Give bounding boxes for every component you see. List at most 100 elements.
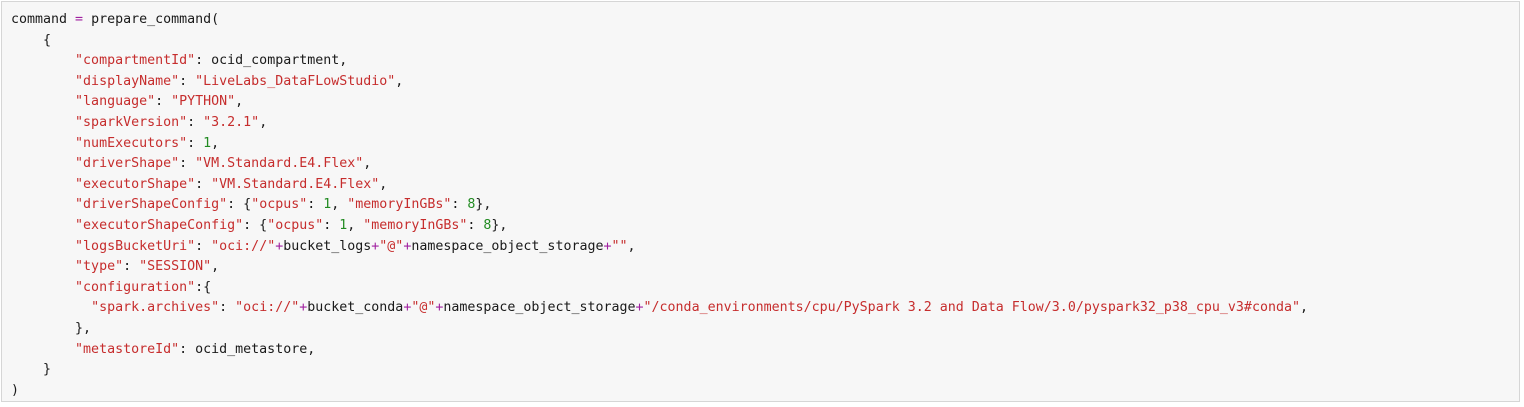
code-string-token: "memoryInGBs" bbox=[347, 197, 452, 213]
code-text-token: }, bbox=[475, 197, 492, 213]
code-line: { bbox=[11, 31, 1519, 52]
code-string-token: "VM.Standard.E4.Flex" bbox=[211, 176, 380, 192]
code-text-token: : bbox=[467, 217, 484, 233]
code-text-token: }, bbox=[11, 320, 92, 336]
code-string-token: "ocpus" bbox=[267, 217, 324, 233]
code-string-token: "displayName" bbox=[75, 73, 180, 89]
code-string-token: "oci://" bbox=[235, 300, 300, 316]
code-text-token: : bbox=[307, 197, 324, 213]
code-text-token: , bbox=[235, 94, 244, 110]
code-string-token: "type" bbox=[75, 259, 124, 275]
code-text-token: :{ bbox=[195, 279, 212, 295]
code-text-token: : bbox=[155, 94, 172, 110]
code-line: "configuration":{ bbox=[11, 278, 1519, 299]
code-line: "spark.archives": "oci://"+bucket_conda+… bbox=[11, 298, 1519, 319]
code-line: "displayName": "LiveLabs_DataFLowStudio"… bbox=[11, 72, 1519, 93]
code-text-token: } bbox=[11, 362, 52, 378]
code-operator-token: = bbox=[75, 12, 84, 27]
code-text-token: : bbox=[187, 114, 204, 130]
code-text-token: : ocid_compartment, bbox=[195, 53, 348, 69]
code-line: command = prepare_command( bbox=[11, 10, 1519, 31]
code-line: "type": "SESSION", bbox=[11, 257, 1519, 278]
code-string-token: "LiveLabs_DataFLowStudio" bbox=[195, 73, 396, 89]
code-text-token: , bbox=[211, 135, 220, 151]
code-text-token: bucket_conda bbox=[307, 300, 404, 316]
code-text-token: : bbox=[195, 176, 212, 192]
code-text-token: , bbox=[331, 197, 348, 213]
code-string-token: "logsBucketUri" bbox=[75, 238, 196, 254]
code-line: "compartmentId": ocid_compartment, bbox=[11, 51, 1519, 72]
code-line: "driverShapeConfig": {"ocpus": 1, "memor… bbox=[11, 195, 1519, 216]
code-text-token: bucket_logs bbox=[283, 238, 372, 254]
code-text-token: command bbox=[11, 12, 76, 27]
code-line: ) bbox=[11, 381, 1519, 402]
code-text-token: }, bbox=[491, 217, 508, 233]
code-text-token: : bbox=[451, 197, 468, 213]
code-text-token: : bbox=[179, 156, 196, 172]
code-text-token: namespace_object_storage bbox=[443, 300, 636, 316]
code-string-token: "VM.Standard.E4.Flex" bbox=[195, 156, 364, 172]
code-block: command = prepare_command( { "compartmen… bbox=[1, 1, 1520, 402]
code-string-token: "3.2.1" bbox=[203, 114, 260, 130]
code-text-token: : bbox=[323, 217, 340, 233]
code-operator-token: + bbox=[603, 238, 612, 254]
code-text-token: : bbox=[219, 300, 236, 316]
code-text-token: : ocid_metastore, bbox=[179, 341, 316, 357]
code-string-token: "configuration" bbox=[75, 279, 196, 295]
code-text-token: , bbox=[627, 238, 636, 254]
code-line: "metastoreId": ocid_metastore, bbox=[11, 340, 1519, 361]
code-text-token: , bbox=[395, 73, 404, 89]
code-text-token: : bbox=[123, 259, 140, 275]
code-text-token: prepare_command( bbox=[83, 12, 220, 27]
code-text-token: , bbox=[347, 217, 364, 233]
code-string-token: "ocpus" bbox=[251, 197, 308, 213]
code-text-token: { bbox=[11, 32, 52, 48]
code-text-token: , bbox=[1299, 300, 1308, 316]
code-string-token: "spark.archives" bbox=[91, 300, 220, 316]
code-line: "numExecutors": 1, bbox=[11, 134, 1519, 155]
code-string-token: "driverShapeConfig" bbox=[75, 197, 228, 213]
code-text-token: , bbox=[211, 259, 220, 275]
code-line: "language": "PYTHON", bbox=[11, 92, 1519, 113]
code-line: "driverShape": "VM.Standard.E4.Flex", bbox=[11, 154, 1519, 175]
code-string-token: "driverShape" bbox=[75, 156, 180, 172]
code-string-token: "memoryInGBs" bbox=[363, 217, 468, 233]
code-string-token: "SESSION" bbox=[139, 259, 212, 275]
code-text-token: : bbox=[187, 135, 204, 151]
code-text-token: namespace_object_storage bbox=[411, 238, 604, 254]
code-string-token: "language" bbox=[75, 94, 156, 110]
code-string-token: "" bbox=[611, 238, 628, 254]
code-string-token: "@" bbox=[411, 300, 436, 316]
code-text-token: , bbox=[379, 176, 388, 192]
code-string-token: "executorShapeConfig" bbox=[75, 217, 244, 233]
code-line: "executorShapeConfig": {"ocpus": 1, "mem… bbox=[11, 216, 1519, 237]
code-operator-token: + bbox=[635, 300, 644, 316]
code-text-token: : { bbox=[227, 197, 252, 213]
code-text-token: : bbox=[195, 238, 212, 254]
code-string-token: "@" bbox=[379, 238, 404, 254]
code-text-token: , bbox=[259, 114, 268, 130]
code-string-token: "compartmentId" bbox=[75, 53, 196, 69]
code-line: }, bbox=[11, 319, 1519, 340]
code-string-token: "/conda_environments/cpu/PySpark 3.2 and… bbox=[643, 300, 1300, 316]
code-lines: command = prepare_command( { "compartmen… bbox=[11, 10, 1519, 401]
code-string-token: "sparkVersion" bbox=[75, 114, 188, 130]
code-line: "logsBucketUri": "oci://"+bucket_logs+"@… bbox=[11, 237, 1519, 258]
code-string-token: "executorShape" bbox=[75, 176, 196, 192]
code-text-token: : bbox=[179, 73, 196, 89]
code-text-token: ) bbox=[11, 382, 20, 398]
code-number-token: 1 bbox=[203, 135, 212, 151]
